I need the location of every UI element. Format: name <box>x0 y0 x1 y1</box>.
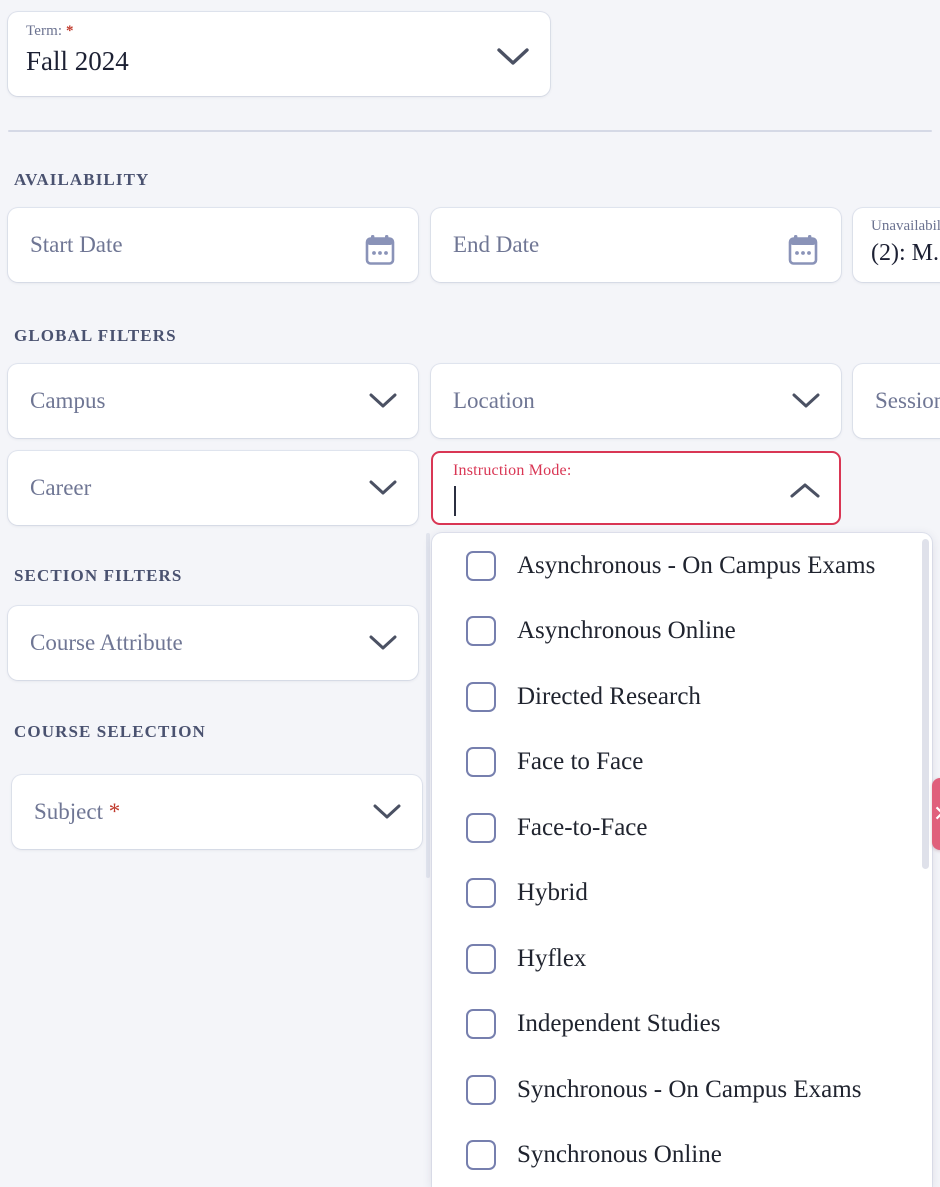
term-label: Term: * <box>26 22 534 40</box>
dropdown-option-label: Asynchronous - On Campus Exams <box>517 551 875 581</box>
chevron-down-icon[interactable] <box>791 391 821 411</box>
dropdown-option-label: Hybrid <box>517 878 588 908</box>
section-heading-section-filters: SECTION FILTERS <box>14 566 182 586</box>
dropdown-option-label: Synchronous Online <box>517 1140 722 1170</box>
dropdown-option-label: Face-to-Face <box>517 813 647 843</box>
start-date-input[interactable]: Start Date <box>8 208 418 282</box>
location-select[interactable]: Location <box>431 364 841 438</box>
end-date-input[interactable]: End Date <box>431 208 841 282</box>
checkbox-icon[interactable] <box>466 616 496 646</box>
session-select[interactable]: Session <box>853 364 940 438</box>
panel-scroll-rail[interactable] <box>426 533 430 878</box>
dropdown-option[interactable]: Hyflex <box>432 926 932 992</box>
page-scrollbar[interactable] <box>935 0 940 1187</box>
dropdown-scrollbar[interactable] <box>922 539 929 1181</box>
checkbox-icon[interactable] <box>466 747 496 777</box>
section-heading-availability: AVAILABILITY <box>14 170 149 190</box>
dropdown-option-label: Independent Studies <box>517 1009 720 1039</box>
calendar-icon[interactable] <box>785 232 821 268</box>
section-heading-global-filters: GLOBAL FILTERS <box>14 326 177 346</box>
term-required-asterisk: * <box>66 23 74 39</box>
section-heading-course-selection: COURSE SELECTION <box>14 722 206 742</box>
subject-required-asterisk: * <box>109 799 121 824</box>
session-placeholder: Session <box>875 388 940 414</box>
checkbox-icon[interactable] <box>466 813 496 843</box>
unavailability-select[interactable]: Unavailability (2): M... <box>853 208 940 282</box>
instruction-mode-select[interactable]: Instruction Mode: <box>431 451 841 525</box>
text-cursor <box>454 486 456 516</box>
term-value: Fall 2024 <box>26 42 534 80</box>
dropdown-option-label: Hyflex <box>517 944 586 974</box>
chevron-down-icon[interactable] <box>368 391 398 411</box>
instruction-mode-label: Instruction Mode: <box>453 461 839 481</box>
dropdown-option[interactable]: Asynchronous - On Campus Exams <box>432 533 932 599</box>
dropdown-option[interactable]: Asynchronous Online <box>432 599 932 665</box>
campus-select[interactable]: Campus <box>8 364 418 438</box>
term-select[interactable]: Term: * Fall 2024 <box>8 12 550 96</box>
term-label-text: Term: <box>26 23 62 39</box>
checkbox-icon[interactable] <box>466 1140 496 1170</box>
subject-select[interactable]: Subject * <box>12 775 422 849</box>
campus-placeholder: Campus <box>30 388 105 414</box>
dropdown-option[interactable]: Synchronous Online <box>432 1123 932 1187</box>
instruction-mode-input[interactable] <box>453 484 839 520</box>
chevron-down-icon[interactable] <box>368 478 398 498</box>
dropdown-option[interactable]: Face-to-Face <box>432 795 932 861</box>
dropdown-option-label: Asynchronous Online <box>517 616 736 646</box>
calendar-icon[interactable] <box>362 232 398 268</box>
dropdown-option[interactable]: Hybrid <box>432 861 932 927</box>
unavailability-label: Unavailability <box>871 217 940 236</box>
location-placeholder: Location <box>453 388 535 414</box>
dropdown-option-label: Directed Research <box>517 682 701 712</box>
chevron-down-icon[interactable] <box>368 633 398 653</box>
course-attribute-select[interactable]: Course Attribute <box>8 606 418 680</box>
dropdown-option-label: Face to Face <box>517 747 643 777</box>
start-date-placeholder: Start Date <box>30 232 123 258</box>
subject-placeholder: Subject * <box>34 799 120 825</box>
dropdown-option[interactable]: Independent Studies <box>432 992 932 1058</box>
instruction-mode-dropdown[interactable]: Asynchronous - On Campus Exams Asynchrono… <box>432 533 932 1187</box>
unavailability-value: (2): M... <box>871 237 940 269</box>
career-placeholder: Career <box>30 475 91 501</box>
chevron-down-icon[interactable] <box>372 802 402 822</box>
subject-placeholder-text: Subject <box>34 799 103 824</box>
dropdown-option[interactable]: Directed Research <box>432 664 932 730</box>
course-attribute-placeholder: Course Attribute <box>30 630 183 656</box>
section-divider <box>8 130 932 132</box>
checkbox-icon[interactable] <box>466 944 496 974</box>
checkbox-icon[interactable] <box>466 682 496 712</box>
checkbox-icon[interactable] <box>466 878 496 908</box>
career-select[interactable]: Career <box>8 451 418 525</box>
dropdown-option[interactable]: Synchronous - On Campus Exams <box>432 1057 932 1123</box>
checkbox-icon[interactable] <box>466 551 496 581</box>
filter-panel: Term: * Fall 2024 AVAILABILITY Start Dat… <box>0 0 940 1187</box>
checkbox-icon[interactable] <box>466 1075 496 1105</box>
dropdown-scrollbar-thumb[interactable] <box>922 539 929 869</box>
checkbox-icon[interactable] <box>466 1009 496 1039</box>
end-date-placeholder: End Date <box>453 232 539 258</box>
dropdown-option[interactable]: Face to Face <box>432 730 932 796</box>
dropdown-option-label: Synchronous - On Campus Exams <box>517 1075 861 1105</box>
